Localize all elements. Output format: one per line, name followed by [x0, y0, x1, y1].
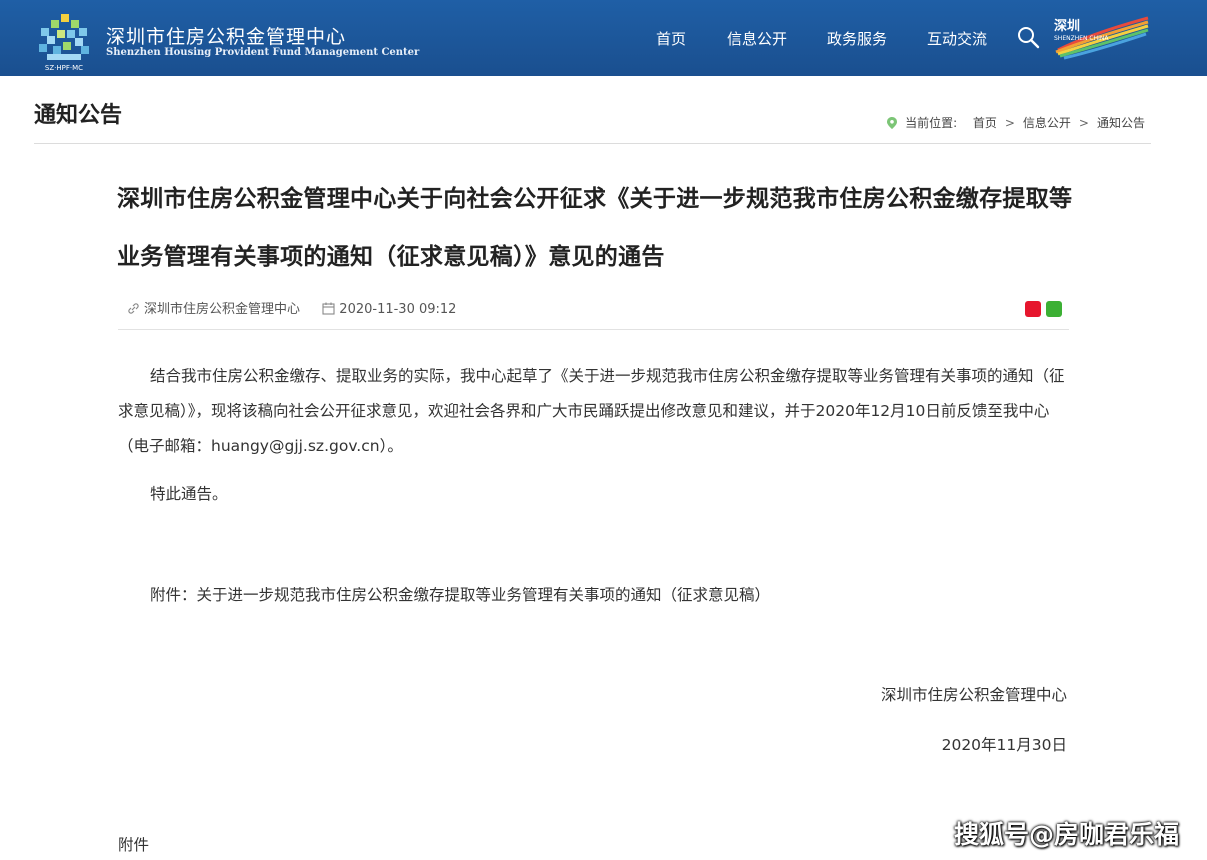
article-meta: 深圳市住房公积金管理中心 2020-11-30 09:12 [127, 298, 456, 317]
article-attachment-line: 附件：关于进一步规范我市住房公积金缴存提取等业务管理有关事项的通知（征求意见稿） [150, 586, 771, 604]
signature-org: 深圳市住房公积金管理中心 [880, 686, 1067, 704]
wechat-share-icon[interactable] [1046, 301, 1062, 317]
breadcrumb-prefix: 当前位置: [905, 116, 958, 130]
weibo-share-icon[interactable] [1025, 301, 1041, 317]
breadcrumb-separator: > [1004, 116, 1015, 130]
location-pin-icon [887, 117, 898, 129]
article-closing: 特此通告。 [150, 485, 228, 503]
breadcrumb-separator: > [1078, 116, 1089, 130]
page-title: 通知公告 [34, 103, 123, 128]
nav-info-disclosure[interactable]: 信息公开 [727, 28, 787, 49]
breadcrumb-home[interactable]: 首页 [973, 116, 997, 130]
article-paragraph: 结合我市住房公积金缴存、提取业务的实际，我中心起草了《关于进一步规范我市住房公积… [118, 367, 1065, 455]
site-header: SZ·HPF·MC 深圳市住房公积金管理中心 Shenzhen Housing … [0, 0, 1207, 76]
meta-divider [118, 329, 1069, 330]
calendar-icon [322, 302, 335, 315]
attachment-label: 附件 [118, 836, 150, 854]
nav-gov-services[interactable]: 政务服务 [827, 28, 887, 49]
link-icon [128, 303, 139, 314]
title-divider [34, 143, 1151, 144]
article-source: 深圳市住房公积金管理中心 [144, 302, 301, 317]
signature-date: 2020年11月30日 [941, 736, 1067, 754]
city-logo-text: 深圳 [1054, 18, 1080, 34]
site-name-en: Shenzhen Housing Provident Fund Manageme… [106, 47, 420, 58]
nav-home[interactable]: 首页 [656, 28, 686, 49]
city-logo-en: SHENZHEN CHINA [1054, 35, 1109, 42]
logo-icon[interactable]: SZ·HPF·MC [33, 8, 95, 72]
article-date: 2020-11-30 09:12 [339, 302, 457, 317]
shenzhen-city-logo: 深圳 SHENZHEN CHINA [1054, 16, 1149, 60]
breadcrumb-notices[interactable]: 通知公告 [1097, 116, 1145, 130]
breadcrumb-info-disclosure[interactable]: 信息公开 [1023, 116, 1071, 130]
breadcrumb: 当前位置: 首页 > 信息公开 > 通知公告 [887, 114, 1145, 131]
nav-interaction[interactable]: 互动交流 [927, 28, 987, 49]
article-title: 深圳市住房公积金管理中心关于向社会公开征求《关于进一步规范我市住房公积金缴存提取… [117, 186, 1073, 270]
logo-abbr: SZ·HPF·MC [45, 64, 83, 72]
share-buttons [1020, 301, 1062, 321]
search-icon[interactable] [1016, 25, 1040, 49]
site-name-cn: 深圳市住房公积金管理中心 [106, 26, 347, 48]
watermark-text: 搜狐号@房咖君乐福 [953, 820, 1179, 849]
